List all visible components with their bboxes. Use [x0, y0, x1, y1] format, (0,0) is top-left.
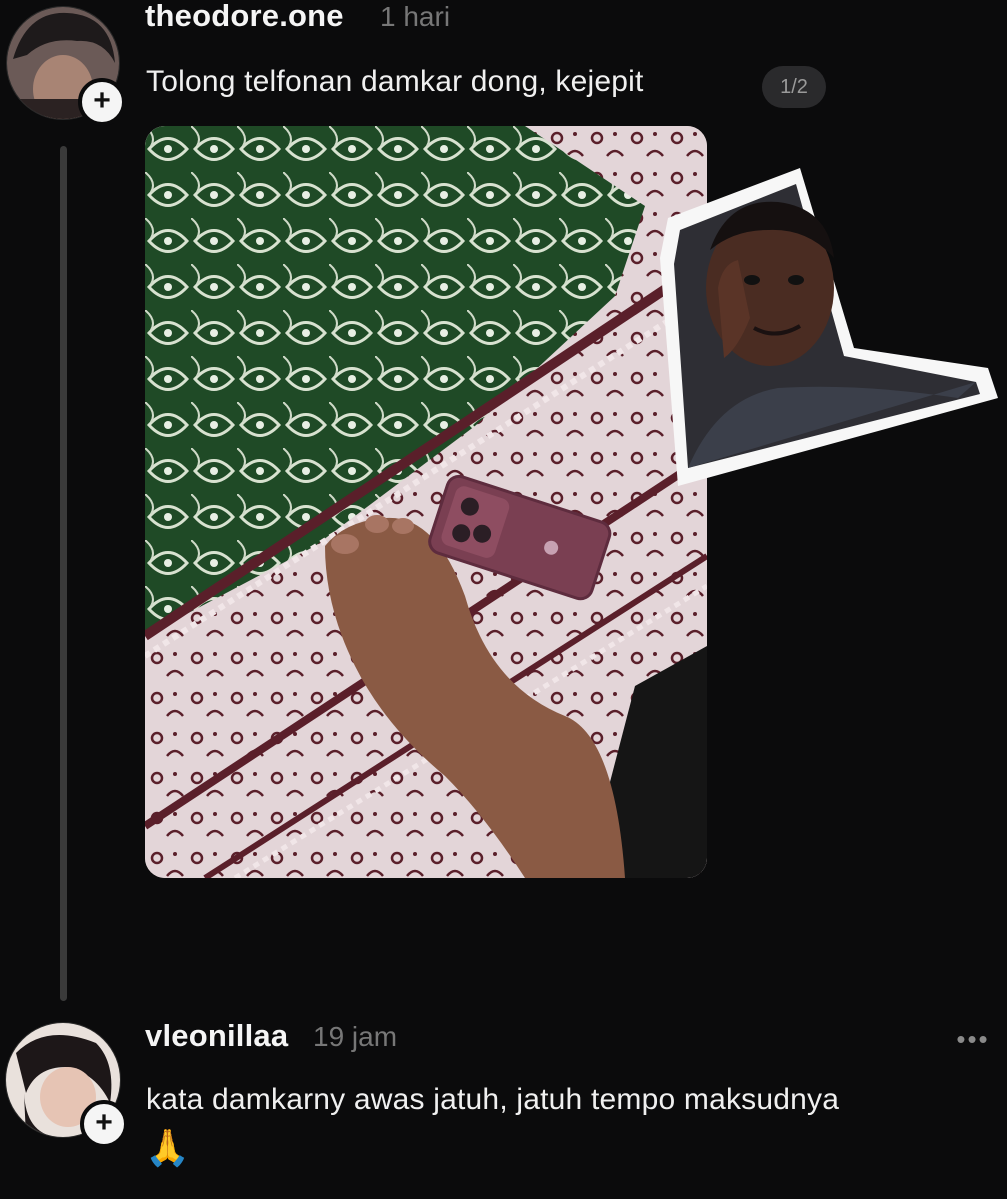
pray-emoji: 🙏: [145, 1127, 190, 1168]
reply-timestamp: 19 jam: [313, 1021, 398, 1052]
rug-foot-phone-illustration: [145, 126, 707, 878]
post-photo[interactable]: [145, 126, 707, 878]
thinking-man-sticker: [658, 168, 998, 488]
sticker-illustration: [660, 168, 998, 486]
reply-follow-plus-icon[interactable]: +: [80, 1100, 128, 1148]
post-timestamp: 1 hari: [380, 1, 451, 32]
post-text: Tolong telfonan damkar dong, kejepit: [146, 65, 644, 98]
post-username[interactable]: theodore.one: [145, 0, 344, 34]
more-options-icon[interactable]: •••: [950, 1024, 996, 1058]
thread-line: [60, 146, 67, 1001]
reply-username[interactable]: vleonillaa: [145, 1018, 288, 1054]
image-counter-badge: 1/2: [762, 66, 826, 108]
reply-text: kata damkarny awas jatuh, jatuh tempo ma…: [146, 1083, 840, 1116]
follow-plus-icon[interactable]: +: [78, 78, 126, 126]
